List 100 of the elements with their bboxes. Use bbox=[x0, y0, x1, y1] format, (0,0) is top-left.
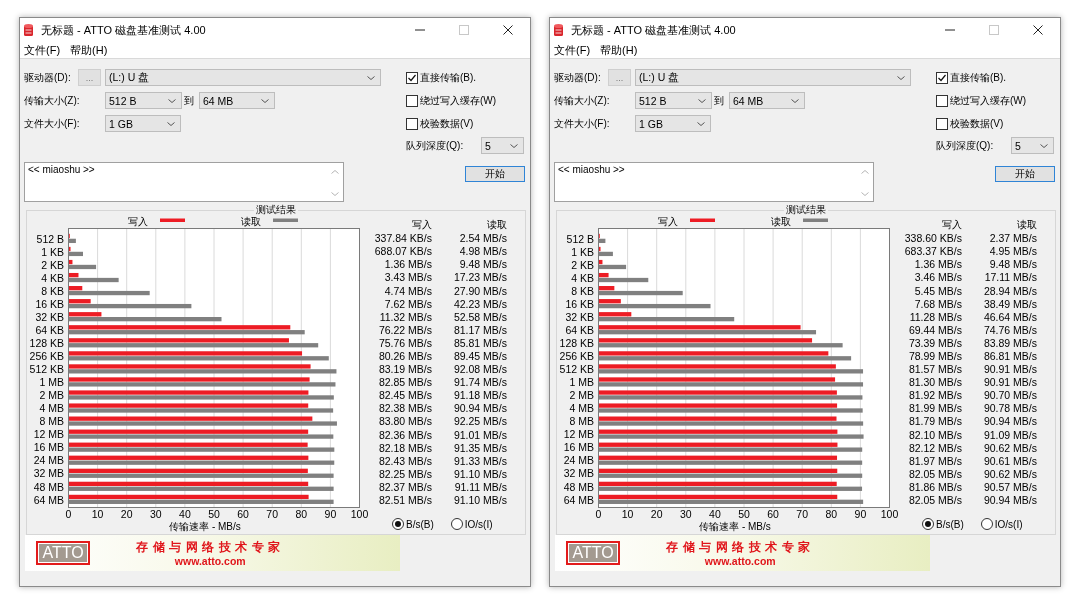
slogan-text: 存储与网络技术专家 bbox=[666, 539, 815, 555]
chevron-down-icon bbox=[168, 98, 176, 103]
queue-depth-dropdown[interactable]: 5 bbox=[481, 137, 524, 154]
tick-label: 0 bbox=[595, 508, 602, 520]
category-label: 24 MB bbox=[563, 454, 594, 467]
table-cell: 27.90 MB/s bbox=[453, 284, 507, 297]
table-cell: 90.94 MB/s bbox=[453, 402, 507, 415]
menu-item[interactable]: 帮助(H) bbox=[600, 42, 638, 58]
category-label: 48 MB bbox=[33, 480, 64, 493]
table-cell: 90.62 MB/s bbox=[983, 467, 1037, 480]
radio-button[interactable] bbox=[980, 518, 993, 531]
description-field[interactable]: << miaoshu >> bbox=[24, 162, 344, 202]
drive-dropdown[interactable]: (L:) U 盘 bbox=[105, 69, 381, 86]
close-icon bbox=[503, 25, 513, 35]
table-cell: 91.18 MB/s bbox=[453, 389, 507, 402]
table-cell: 81.97 MB/s bbox=[908, 454, 962, 467]
field-label: 驱动器(D): bbox=[24, 70, 72, 85]
table-cell: 90.61 MB/s bbox=[983, 454, 1037, 467]
category-label: 256 KB bbox=[559, 350, 594, 363]
chevron-down-icon bbox=[331, 192, 339, 196]
category-label: 16 MB bbox=[563, 441, 594, 454]
menu-item[interactable]: 文件(F) bbox=[554, 42, 591, 58]
checkbox[interactable] bbox=[406, 117, 418, 130]
checkbox[interactable] bbox=[406, 94, 418, 107]
category-label: 12 MB bbox=[33, 428, 64, 441]
radio-button[interactable] bbox=[450, 518, 463, 531]
category-label: 512 KB bbox=[29, 363, 64, 376]
tick-label: 90 bbox=[854, 508, 867, 520]
radio-button[interactable] bbox=[922, 518, 934, 531]
start-button[interactable]: 开始 bbox=[995, 166, 1055, 182]
table-cell: 85.81 MB/s bbox=[453, 336, 507, 349]
table-cell: 81.86 MB/s bbox=[908, 480, 962, 493]
size-dropdown[interactable]: 64 MB bbox=[199, 92, 275, 109]
table-cell: 90.70 MB/s bbox=[983, 389, 1037, 402]
table-cell: 81.99 MB/s bbox=[908, 402, 962, 415]
size-dropdown[interactable]: 512 B bbox=[635, 92, 712, 109]
table-cell: 2.54 MB/s bbox=[459, 232, 507, 245]
table-cell: 91.35 MB/s bbox=[453, 441, 507, 454]
table-cell: 91.33 MB/s bbox=[453, 454, 507, 467]
chevron-down-icon bbox=[261, 98, 269, 103]
table-cell: 90.62 MB/s bbox=[983, 441, 1037, 454]
table-cell: 83.80 MB/s bbox=[378, 415, 432, 428]
description-field[interactable]: << miaoshu >> bbox=[554, 162, 874, 202]
table-cell: 82.51 MB/s bbox=[378, 494, 432, 506]
checkbox[interactable] bbox=[936, 71, 948, 84]
checkbox[interactable] bbox=[406, 71, 418, 84]
category-label: 128 KB bbox=[29, 337, 64, 349]
checkbox[interactable] bbox=[936, 117, 948, 130]
table-cell: 1.36 MB/s bbox=[384, 258, 432, 271]
table-cell: 688.07 KB/s bbox=[374, 245, 432, 258]
tick-label: 0 bbox=[65, 508, 72, 520]
category-label: 32 MB bbox=[563, 467, 594, 480]
tick-label: 50 bbox=[738, 508, 750, 520]
chevron-down-icon bbox=[861, 192, 869, 196]
radio-label: IO/s(I) bbox=[994, 518, 1023, 530]
checkbox[interactable] bbox=[936, 94, 948, 107]
checkbox-label: 绕过写入缓存(W) bbox=[950, 93, 1027, 108]
category-label: 4 KB bbox=[41, 271, 64, 284]
table-cell: 82.12 MB/s bbox=[908, 441, 962, 454]
cylinder-icon bbox=[554, 24, 563, 36]
tick-label: 20 bbox=[120, 508, 133, 520]
tick-label: 10 bbox=[621, 508, 634, 520]
table-cell: 81.30 MB/s bbox=[908, 376, 962, 389]
table-cell: 1.36 MB/s bbox=[914, 258, 962, 271]
radio-label: B/s(B) bbox=[406, 518, 434, 530]
group-title: 测试结果 bbox=[785, 204, 827, 216]
table-cell: 82.05 MB/s bbox=[908, 494, 962, 506]
checkbox-label: 直接传输(B). bbox=[950, 70, 1007, 85]
category-label: 512 B bbox=[36, 232, 64, 245]
field-label: 文件大小(F): bbox=[554, 116, 611, 131]
field-label: 队列深度(Q): bbox=[936, 138, 995, 153]
category-label: 16 KB bbox=[35, 297, 64, 310]
checkbox-label: 绕过写入缓存(W) bbox=[420, 93, 497, 108]
size-dropdown[interactable]: 64 MB bbox=[729, 92, 805, 109]
browse-button[interactable]: ... bbox=[608, 69, 631, 86]
chevron-down-icon bbox=[698, 98, 706, 103]
field-label: 传输大小(Z): bbox=[24, 93, 81, 108]
category-label: 64 MB bbox=[33, 493, 64, 506]
table-cell: 91.10 MB/s bbox=[453, 467, 507, 480]
table-cell: 337.84 KB/s bbox=[374, 232, 432, 245]
menu-item[interactable]: 文件(F) bbox=[24, 42, 61, 58]
category-label: 16 KB bbox=[565, 297, 594, 310]
file-size-dropdown[interactable]: 1 GB bbox=[105, 115, 181, 132]
browse-button[interactable]: ... bbox=[78, 69, 101, 86]
queue-depth-dropdown[interactable]: 5 bbox=[1011, 137, 1054, 154]
chevron-down-icon bbox=[897, 75, 905, 80]
file-size-dropdown[interactable]: 1 GB bbox=[635, 115, 711, 132]
size-dropdown[interactable]: 512 B bbox=[105, 92, 182, 109]
radio-button[interactable] bbox=[392, 518, 404, 531]
table-cell: 28.94 MB/s bbox=[983, 284, 1037, 297]
menu-item[interactable]: 帮助(H) bbox=[70, 42, 108, 58]
category-label: 8 MB bbox=[569, 415, 594, 428]
close-icon bbox=[1033, 25, 1043, 35]
category-label: 1 KB bbox=[41, 245, 64, 258]
start-button[interactable]: 开始 bbox=[465, 166, 525, 182]
category-label: 16 MB bbox=[33, 441, 64, 454]
category-label: 128 KB bbox=[559, 337, 594, 349]
category-label: 64 KB bbox=[35, 323, 64, 336]
tick-label: 80 bbox=[295, 508, 308, 520]
drive-dropdown[interactable]: (L:) U 盘 bbox=[635, 69, 911, 86]
